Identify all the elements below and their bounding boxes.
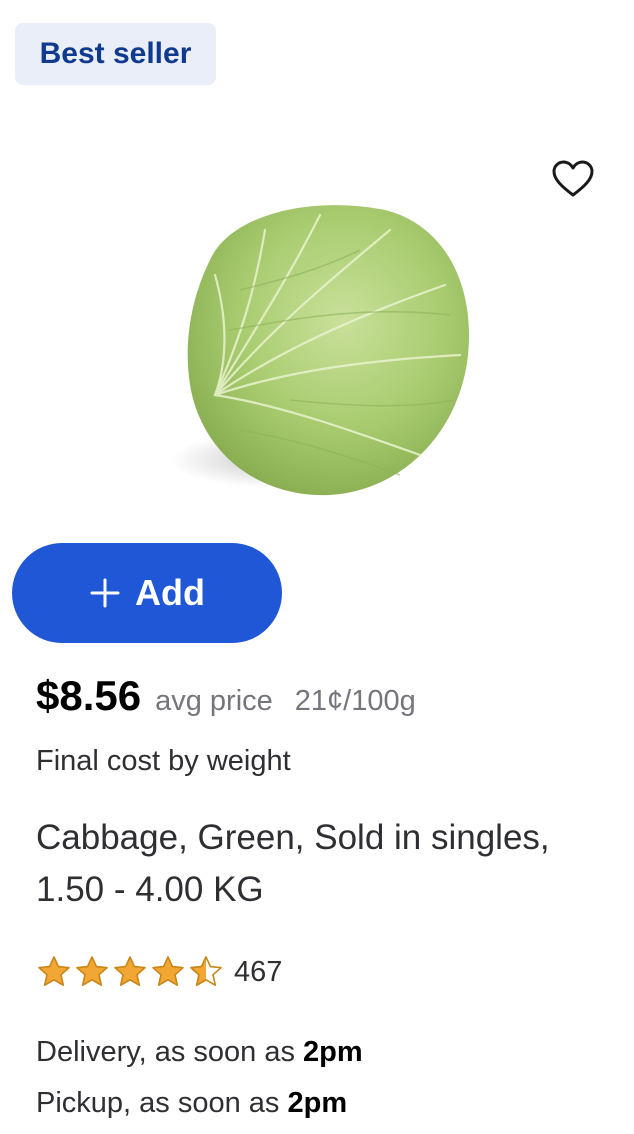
product-price: $8.56 bbox=[36, 672, 142, 719]
delivery-time: 2pm bbox=[303, 1036, 363, 1068]
heart-outline-icon bbox=[552, 160, 594, 197]
delivery-prefix: Delivery, as soon as bbox=[36, 1036, 304, 1068]
delivery-info: Delivery, as soon as 2pm bbox=[36, 1036, 363, 1069]
product-title[interactable]: Cabbage, Green, Sold in singles, 1.50 - … bbox=[36, 812, 606, 916]
star-full-icon bbox=[38, 956, 70, 986]
pickup-info: Pickup, as soon as 2pm bbox=[36, 1087, 347, 1120]
pickup-time: 2pm bbox=[287, 1087, 348, 1119]
price-row: $8.56 avg price 21¢/100g bbox=[36, 672, 416, 720]
add-to-cart-button[interactable]: Add bbox=[12, 543, 282, 643]
review-count: 467 bbox=[234, 955, 283, 988]
final-cost-note: Final cost by weight bbox=[36, 745, 291, 777]
unit-price: 21¢/100g bbox=[294, 685, 416, 717]
best-seller-badge: Best seller bbox=[15, 23, 216, 85]
star-full-icon bbox=[114, 956, 146, 986]
star-half-icon bbox=[190, 956, 222, 986]
pickup-prefix: Pickup, as soon as bbox=[36, 1087, 288, 1119]
favorite-button[interactable] bbox=[548, 156, 598, 202]
best-seller-label: Best seller bbox=[39, 37, 192, 70]
rating[interactable]: 467 bbox=[36, 954, 282, 990]
star-full-icon bbox=[152, 956, 184, 986]
plus-icon bbox=[90, 578, 120, 608]
product-image[interactable] bbox=[170, 190, 480, 520]
add-button-label: Add bbox=[135, 572, 205, 613]
avg-price-label: avg price bbox=[155, 685, 273, 717]
star-full-icon bbox=[76, 956, 108, 986]
